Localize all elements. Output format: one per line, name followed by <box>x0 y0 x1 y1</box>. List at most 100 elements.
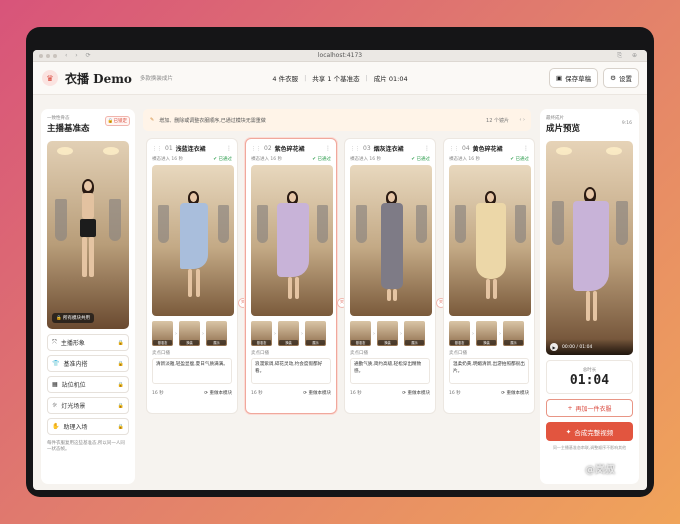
panel-kicker: 最终成片 <box>546 116 564 121</box>
menu-item-lighting[interactable]: ☼ 灯光场景 🔒 <box>47 397 129 414</box>
camera-icon: ▦ <box>52 381 58 388</box>
menu-item-host[interactable]: ⤧ 主播形象 🔒 <box>47 334 129 351</box>
compose-note: 同一主播基准态串联,调整顺序不影响其他 <box>552 445 627 450</box>
drag-handle-icon[interactable]: ⋮⋮ <box>251 146 261 152</box>
sun-icon: ☼ <box>52 402 58 409</box>
browser-bar: ‹ › ⟳ localhost:4173 ⎘ ⊕ <box>33 50 647 62</box>
browser-action-icons[interactable]: ⎘ ⊕ <box>617 52 641 60</box>
status-badge: ✔ 已通过 <box>411 157 431 162</box>
shot-thumb[interactable]: 展示 <box>305 321 326 346</box>
compose-video-button[interactable]: ✦ 合成完整视频 <box>546 422 633 441</box>
status-badge: ✔ 已通过 <box>312 157 331 162</box>
shot-thumb[interactable]: 换装 <box>377 321 398 346</box>
outfit-card[interactable]: ⋮⋮ 02 紫色碎花裙 ⋮ 裸态进入 16 秒 ✔ 已通过 基准态 › 换装 ›… <box>245 138 337 414</box>
sparkle-icon: ✦ <box>565 427 572 436</box>
settings-button[interactable]: ⚙ 设置 <box>603 68 639 88</box>
browser-nav-icons[interactable]: ‹ › ⟳ <box>65 52 94 59</box>
menu-item-label: 站位机位 <box>61 382 86 389</box>
laptop-frame: ‹ › ⟳ localhost:4173 ⎘ ⊕ ♛ 衣播 Demo 多款换装成… <box>26 27 654 497</box>
save-draft-button[interactable]: ▣ 保存草稿 <box>549 68 599 88</box>
arrow-icon: › <box>472 330 474 337</box>
drag-handle-icon[interactable]: ⋮⋮ <box>152 146 162 152</box>
shot-thumbs: 基准态 › 换装 › 展示 <box>251 321 331 346</box>
thumb-label: 换装 <box>378 340 397 345</box>
scroll-arrows[interactable]: ‹ › <box>519 117 525 123</box>
address-bar[interactable]: localhost:4173 <box>318 52 362 59</box>
video-player[interactable]: ▶ 00:00 / 01:04 <box>546 141 633 355</box>
card-number: 02 <box>264 145 272 152</box>
more-icon[interactable]: ⋮ <box>325 145 331 152</box>
shot-thumb[interactable]: 展示 <box>503 321 524 346</box>
regenerate-button[interactable]: ⟳ 重做本模块 <box>204 390 232 396</box>
menu-item-base-outfit[interactable]: 👕 基准内搭 🔒 <box>47 355 129 372</box>
script-text[interactable]: 清新淡雅,轻盈显瘦,夏日气质满满。 <box>152 358 232 384</box>
panel-note: 每件衣服复用这些基准态,所以同一人同一状态帧。 <box>47 441 125 453</box>
maximize-dot[interactable] <box>53 53 57 58</box>
thumb-label: 展示 <box>207 340 226 345</box>
shot-thumbs: 基准态 › 换装 › 展示 <box>350 321 430 346</box>
outfit-card[interactable]: ⋮⋮ 04 黄色碎花裙 ⋮ 裸态进入 16 秒 ✔ 已通过 基准态 › 换装 ›… <box>443 138 535 414</box>
drag-handle-icon[interactable]: ⋮⋮ <box>350 146 360 152</box>
card-photo <box>350 165 432 316</box>
status-badge: ✔ 已通过 <box>213 157 233 162</box>
shot-thumb[interactable]: 换装 <box>179 321 200 346</box>
lock-icon: 🔒 <box>117 423 124 430</box>
script-label: 卖点口播 <box>449 351 467 356</box>
shot-thumb[interactable]: 换装 <box>278 321 299 346</box>
shared-chip: 🔒 所有模块共用 <box>52 313 95 323</box>
shirt-icon: 👕 <box>52 360 60 367</box>
shot-thumb[interactable]: 基准态 <box>152 321 173 346</box>
shot-thumb[interactable]: 基准态 <box>449 321 470 346</box>
script-text[interactable]: 通勤气质,简约高级,轻松穿出精致感。 <box>350 358 430 384</box>
shot-thumb[interactable]: 换装 <box>476 321 497 346</box>
locked-badge[interactable]: 🔒已锁定 <box>104 116 130 126</box>
card-number: 03 <box>363 145 371 152</box>
stat-items: 4 件衣服 <box>272 75 299 83</box>
outfit-card[interactable]: ⋮⋮ 01 浅蓝连衣裙 ⋮ 裸态进入 16 秒 ✔ 已通过 基准态 › 换装 ›… <box>146 138 238 414</box>
card-title: 浅蓝连衣裙 <box>175 146 206 153</box>
save-icon: ▣ <box>556 74 563 82</box>
add-outfit-button[interactable]: + 再加一件衣服 <box>546 399 633 417</box>
shot-thumb[interactable]: 基准态 <box>350 321 371 346</box>
shot-thumb[interactable]: 基准态 <box>251 321 272 346</box>
more-icon[interactable]: ⋮ <box>424 145 430 152</box>
outfit-card[interactable]: ⋮⋮ 03 烟灰连衣裙 ⋮ 裸态进入 16 秒 ✔ 已通过 基准态 › 换装 ›… <box>344 138 436 414</box>
minimize-dot[interactable] <box>46 53 50 58</box>
drag-handle-icon[interactable]: ⋮⋮ <box>449 146 459 152</box>
app-subtitle: 多款换装成片 <box>139 76 173 82</box>
arrow-icon: › <box>301 330 303 337</box>
script-text[interactable]: 浪漫紫调,碎花灵动,约会度假都好看。 <box>251 358 331 384</box>
menu-item-camera[interactable]: ▦ 站位机位 🔒 <box>47 376 129 393</box>
shared-chip-label: 所有模块共用 <box>63 316 91 321</box>
more-icon[interactable]: ⋮ <box>226 145 232 152</box>
shot-thumb[interactable]: 展示 <box>404 321 425 346</box>
menu-item-assistant[interactable]: ✋ 助理入场 🔒 <box>47 418 129 435</box>
thumb-label: 换装 <box>279 340 298 345</box>
card-duration: 16 秒 <box>251 391 263 396</box>
card-photo <box>449 165 531 316</box>
banner-text: 增加、删除或调整衣服顺序,已通过模块无需重做 <box>159 117 266 124</box>
card-photo <box>152 165 234 316</box>
regenerate-button[interactable]: ⟳ 重做本模块 <box>303 390 331 396</box>
regenerate-button[interactable]: ⟳ 重做本模块 <box>501 390 529 396</box>
regenerate-button[interactable]: ⟳ 重做本模块 <box>402 390 430 396</box>
status-label: 已通过 <box>416 157 431 162</box>
watermark: @岚叔 <box>585 465 615 476</box>
window-controls[interactable] <box>39 53 57 58</box>
card-number: 04 <box>462 145 470 152</box>
close-dot[interactable] <box>39 53 43 58</box>
play-icon[interactable]: ▶ <box>550 343 558 351</box>
more-icon[interactable]: ⋮ <box>523 145 529 152</box>
card-meta: 裸态进入 16 秒 <box>251 157 283 162</box>
status-badge: ✔ 已通过 <box>510 157 529 162</box>
stat-separator: | <box>304 74 307 82</box>
save-draft-label: 保存草稿 <box>565 75 592 83</box>
regenerate-label: 重做本模块 <box>506 391 530 396</box>
arrow-icon: › <box>400 330 402 337</box>
shot-thumbs: 基准态 › 换装 › 展示 <box>152 321 232 346</box>
script-text[interactable]: 温柔奶黄,明媚清新,出游拍照都很出片。 <box>449 358 529 384</box>
shot-count: 12 个镜片 <box>486 117 509 124</box>
thumb-label: 展示 <box>405 340 424 345</box>
status-label: 已通过 <box>218 157 233 162</box>
shot-thumb[interactable]: 展示 <box>206 321 227 346</box>
